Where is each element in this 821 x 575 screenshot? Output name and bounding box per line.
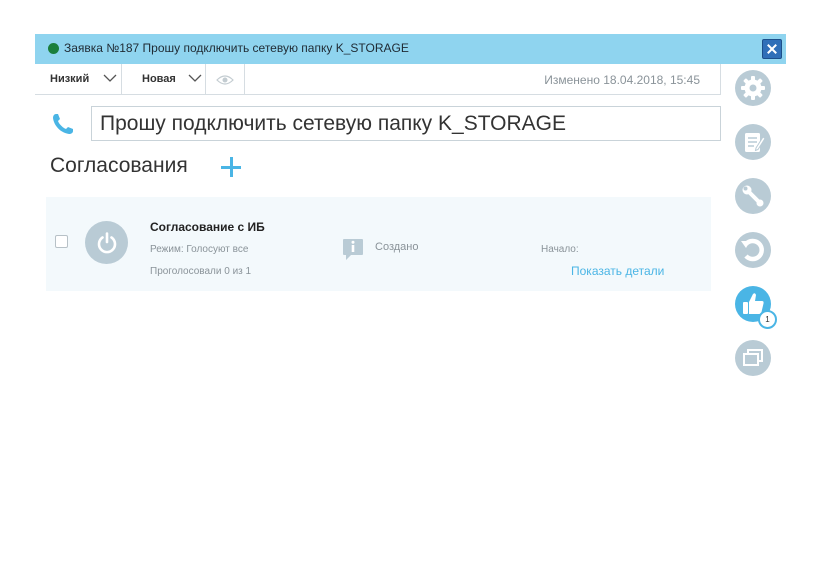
return-button[interactable] [735,232,771,268]
approvals-heading: Согласования [50,154,188,177]
windows-button[interactable] [735,340,771,376]
titlebar: Заявка №187 Прошу подключить сетевую пап… [35,34,786,64]
settings-button[interactable] [735,70,771,106]
approval-checkbox[interactable] [55,235,68,248]
approval-mode: Режим: Голосуют все [150,244,249,255]
priority-select[interactable]: Низкий [35,64,122,95]
undo-icon [741,238,764,262]
approval-state: Создано [375,241,419,253]
eye-icon [216,75,234,85]
close-button[interactable] [762,39,782,59]
notes-button[interactable] [735,124,771,160]
show-details-link[interactable]: Показать детали [571,264,664,278]
power-icon [97,232,117,254]
phone-icon[interactable] [51,112,75,136]
status-select[interactable]: Новая [122,64,206,95]
approval-start-label: Начало: [541,244,579,255]
approvals-count-badge: 1 [758,310,777,329]
add-approval-button[interactable] [219,155,243,179]
chevron-down-icon [188,74,202,82]
status-value: Новая [142,73,176,85]
approval-card: Согласование с ИБ Режим: Голосуют все Пр… [46,197,711,291]
tools-button[interactable] [735,178,771,214]
notepad-icon [745,133,766,152]
wrench-icon [742,185,764,207]
watch-button[interactable] [206,64,245,95]
request-window: Заявка №187 Прошу подключить сетевую пап… [35,34,786,544]
modified-timestamp: Изменено 18.04.2018, 15:45 [544,73,700,87]
approval-title: Согласование с ИБ [150,220,265,234]
chevron-down-icon [103,74,117,82]
priority-value: Низкий [50,73,90,85]
info-icon [343,239,363,260]
status-indicator [48,43,59,54]
approval-toggle-button[interactable] [85,221,128,264]
window-title: Заявка №187 Прошу подключить сетевую пап… [64,41,409,55]
approval-votes: Проголосовали 0 из 1 [150,266,252,277]
windows-icon [743,349,763,366]
gear-icon [741,76,765,100]
subject-input[interactable] [91,106,721,141]
toolbar: Низкий Новая Изменено 18.04.2018, 15:45 [35,64,721,95]
